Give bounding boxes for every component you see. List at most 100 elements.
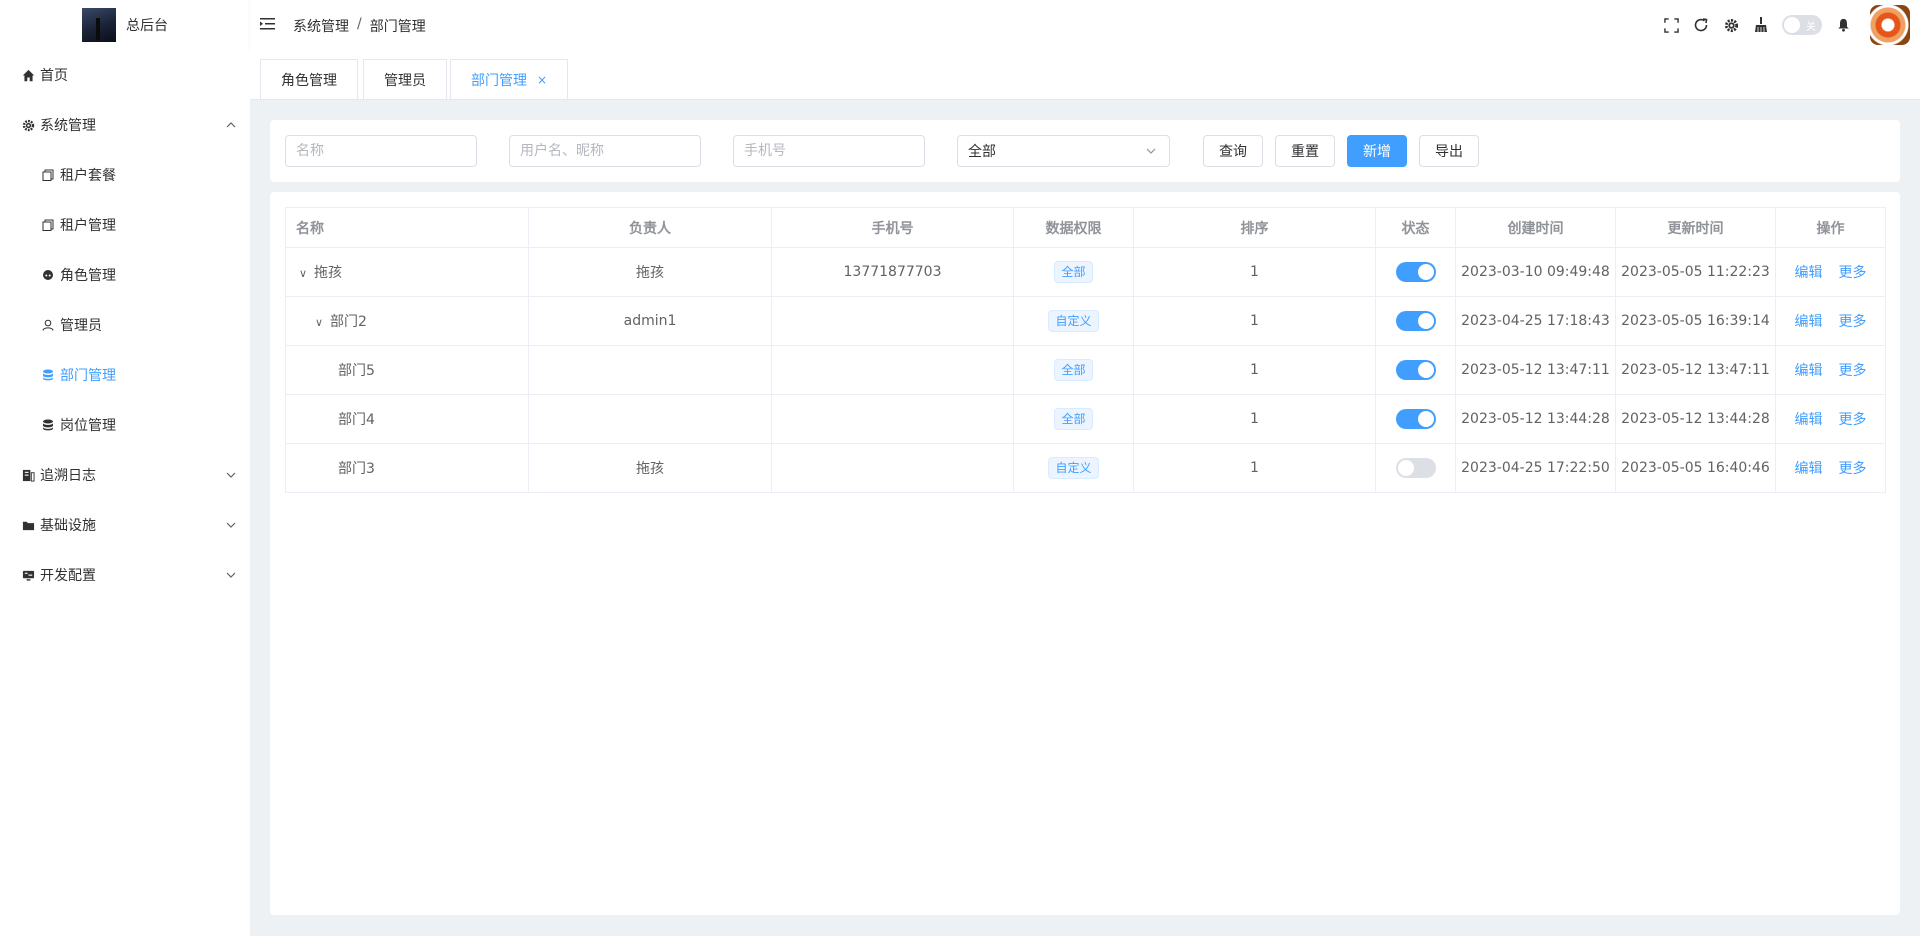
column-header: 创建时间 xyxy=(1455,207,1616,248)
sidebar-item-label: 租户套餐 xyxy=(60,168,116,184)
table-row: ∨ 部门2 admin1 自定义 1 2023-04-25 17:18:43 2023-05… xyxy=(285,296,1886,346)
theme-toggle[interactable]: 关 xyxy=(1782,15,1822,35)
status-switch[interactable] xyxy=(1395,409,1436,429)
bell-icon[interactable] xyxy=(1828,10,1858,40)
status-select-value: 全部 xyxy=(968,144,996,160)
query-button[interactable]: 查询 xyxy=(1203,135,1263,167)
expand-arrow-icon[interactable]: ∨ xyxy=(296,267,310,280)
tab-admin[interactable]: 管理员 xyxy=(363,59,447,99)
sidebar-item-label: 岗位管理 xyxy=(60,418,116,434)
chevron-down-icon xyxy=(224,518,238,532)
settings-icon[interactable] xyxy=(1716,10,1746,40)
column-header: 更新时间 xyxy=(1615,207,1776,248)
edit-link[interactable]: 编辑 xyxy=(1795,363,1823,379)
more-link[interactable]: 更多 xyxy=(1839,363,1867,379)
sidebar-item-dept[interactable]: 部门管理 xyxy=(0,350,250,400)
cell-phone xyxy=(771,296,1014,346)
header-actions: 关 xyxy=(1656,0,1910,50)
logo[interactable]: 总后台 xyxy=(0,0,250,50)
expand-arrow-icon[interactable]: ∨ xyxy=(312,316,326,329)
edit-link[interactable]: 编辑 xyxy=(1795,314,1823,330)
export-button[interactable]: 导出 xyxy=(1419,135,1479,167)
cell-owner: 拖孩 xyxy=(528,247,772,297)
logo-text: 总后台 xyxy=(126,18,168,34)
cell-owner xyxy=(528,345,772,395)
fullscreen-icon[interactable] xyxy=(1656,10,1686,40)
collapse-menu-icon[interactable] xyxy=(260,17,276,31)
edit-link[interactable]: 编辑 xyxy=(1795,461,1823,477)
more-link[interactable]: 更多 xyxy=(1839,265,1867,281)
add-button[interactable]: 新增 xyxy=(1347,135,1407,167)
cell-name: ∨ 部门2 xyxy=(285,296,529,346)
column-header: 手机号 xyxy=(771,207,1014,248)
cell-owner: admin1 xyxy=(528,296,772,346)
column-header: 名称 xyxy=(285,207,529,248)
sidebar-item-dev[interactable]: 开发配置 xyxy=(0,550,250,600)
chevron-down-icon xyxy=(224,468,238,482)
sidebar-item-system[interactable]: 系统管理 xyxy=(0,100,250,150)
reset-button[interactable]: 重置 xyxy=(1275,135,1335,167)
edit-link[interactable]: 编辑 xyxy=(1795,412,1823,428)
sidebar-item-admin[interactable]: 管理员 xyxy=(0,300,250,350)
more-link[interactable]: 更多 xyxy=(1839,314,1867,330)
scope-badge: 全部 xyxy=(1054,359,1093,381)
role-icon xyxy=(40,269,56,281)
breadcrumb-item[interactable]: 系统管理 xyxy=(293,16,349,36)
cell-actions: 编辑 更多 xyxy=(1775,443,1886,493)
breadcrumb-item-current: 部门管理 xyxy=(369,19,426,35)
tab-dept[interactable]: 部门管理 × xyxy=(450,59,569,99)
tab-role[interactable]: 角色管理 xyxy=(260,59,358,99)
cell-name: 部门4 xyxy=(285,394,529,444)
status-select[interactable]: 全部 xyxy=(957,135,1170,167)
table-header-row: 名称 负责人 手机号 数据权限 排序 状态 创建时间 更新时间 操作 xyxy=(285,207,1886,248)
chevron-down-icon xyxy=(1145,145,1157,157)
column-header: 操作 xyxy=(1775,207,1886,248)
status-switch[interactable] xyxy=(1395,262,1436,282)
refresh-icon[interactable] xyxy=(1686,10,1716,40)
database-icon xyxy=(40,369,56,381)
cell-created: 2023-03-10 09:49:48 xyxy=(1455,247,1616,297)
edit-link[interactable]: 编辑 xyxy=(1795,265,1823,281)
name-input[interactable] xyxy=(285,135,477,167)
cell-scope: 全部 xyxy=(1013,394,1134,444)
user-input[interactable] xyxy=(509,135,701,167)
cell-phone xyxy=(771,345,1014,395)
cell-scope: 全部 xyxy=(1013,345,1134,395)
more-link[interactable]: 更多 xyxy=(1839,461,1867,477)
tab-label: 管理员 xyxy=(384,72,426,89)
breadcrumb-separator: / xyxy=(357,16,362,32)
clear-cache-icon[interactable] xyxy=(1746,10,1776,40)
logo-image xyxy=(82,8,116,42)
dept-name: 部门4 xyxy=(338,412,375,428)
more-link[interactable]: 更多 xyxy=(1839,412,1867,428)
close-icon[interactable]: × xyxy=(537,73,547,87)
cell-name: 部门3 xyxy=(285,443,529,493)
column-header: 状态 xyxy=(1375,207,1456,248)
sidebar-item-logs[interactable]: 追溯日志 xyxy=(0,450,250,500)
sidebar-item-label: 部门管理 xyxy=(60,368,116,384)
cell-updated: 2023-05-05 16:40:46 xyxy=(1615,443,1776,493)
status-switch[interactable] xyxy=(1395,311,1436,331)
status-switch[interactable] xyxy=(1395,360,1436,380)
cell-created: 2023-04-25 17:18:43 xyxy=(1455,296,1616,346)
sidebar-item-label: 首页 xyxy=(40,68,68,84)
sidebar-item-tenant-package[interactable]: 租户套餐 xyxy=(0,150,250,200)
sidebar-item-tenant[interactable]: 租户管理 xyxy=(0,200,250,250)
user-avatar[interactable] xyxy=(1870,5,1910,45)
cell-scope: 全部 xyxy=(1013,247,1134,297)
cell-sort: 1 xyxy=(1133,443,1376,493)
scope-badge: 自定义 xyxy=(1048,310,1099,332)
status-switch[interactable] xyxy=(1395,458,1436,478)
log-icon xyxy=(20,469,36,482)
cell-status xyxy=(1375,247,1456,297)
sidebar-item-post[interactable]: 岗位管理 xyxy=(0,400,250,450)
sidebar-item-role[interactable]: 角色管理 xyxy=(0,250,250,300)
tab-label: 角色管理 xyxy=(281,72,337,89)
monitor-icon xyxy=(20,569,36,582)
phone-input[interactable] xyxy=(733,135,925,167)
table-row: 部门3 拖孩 自定义 1 2023-04-25 17:22:50 2023-05-05 1… xyxy=(285,443,1886,493)
sidebar-item-infra[interactable]: 基础设施 xyxy=(0,500,250,550)
sidebar-item-home[interactable]: 首页 xyxy=(0,50,250,100)
top-header: 系统管理 / 部门管理 关 xyxy=(250,0,1920,50)
cell-phone: 13771877703 xyxy=(771,247,1014,297)
